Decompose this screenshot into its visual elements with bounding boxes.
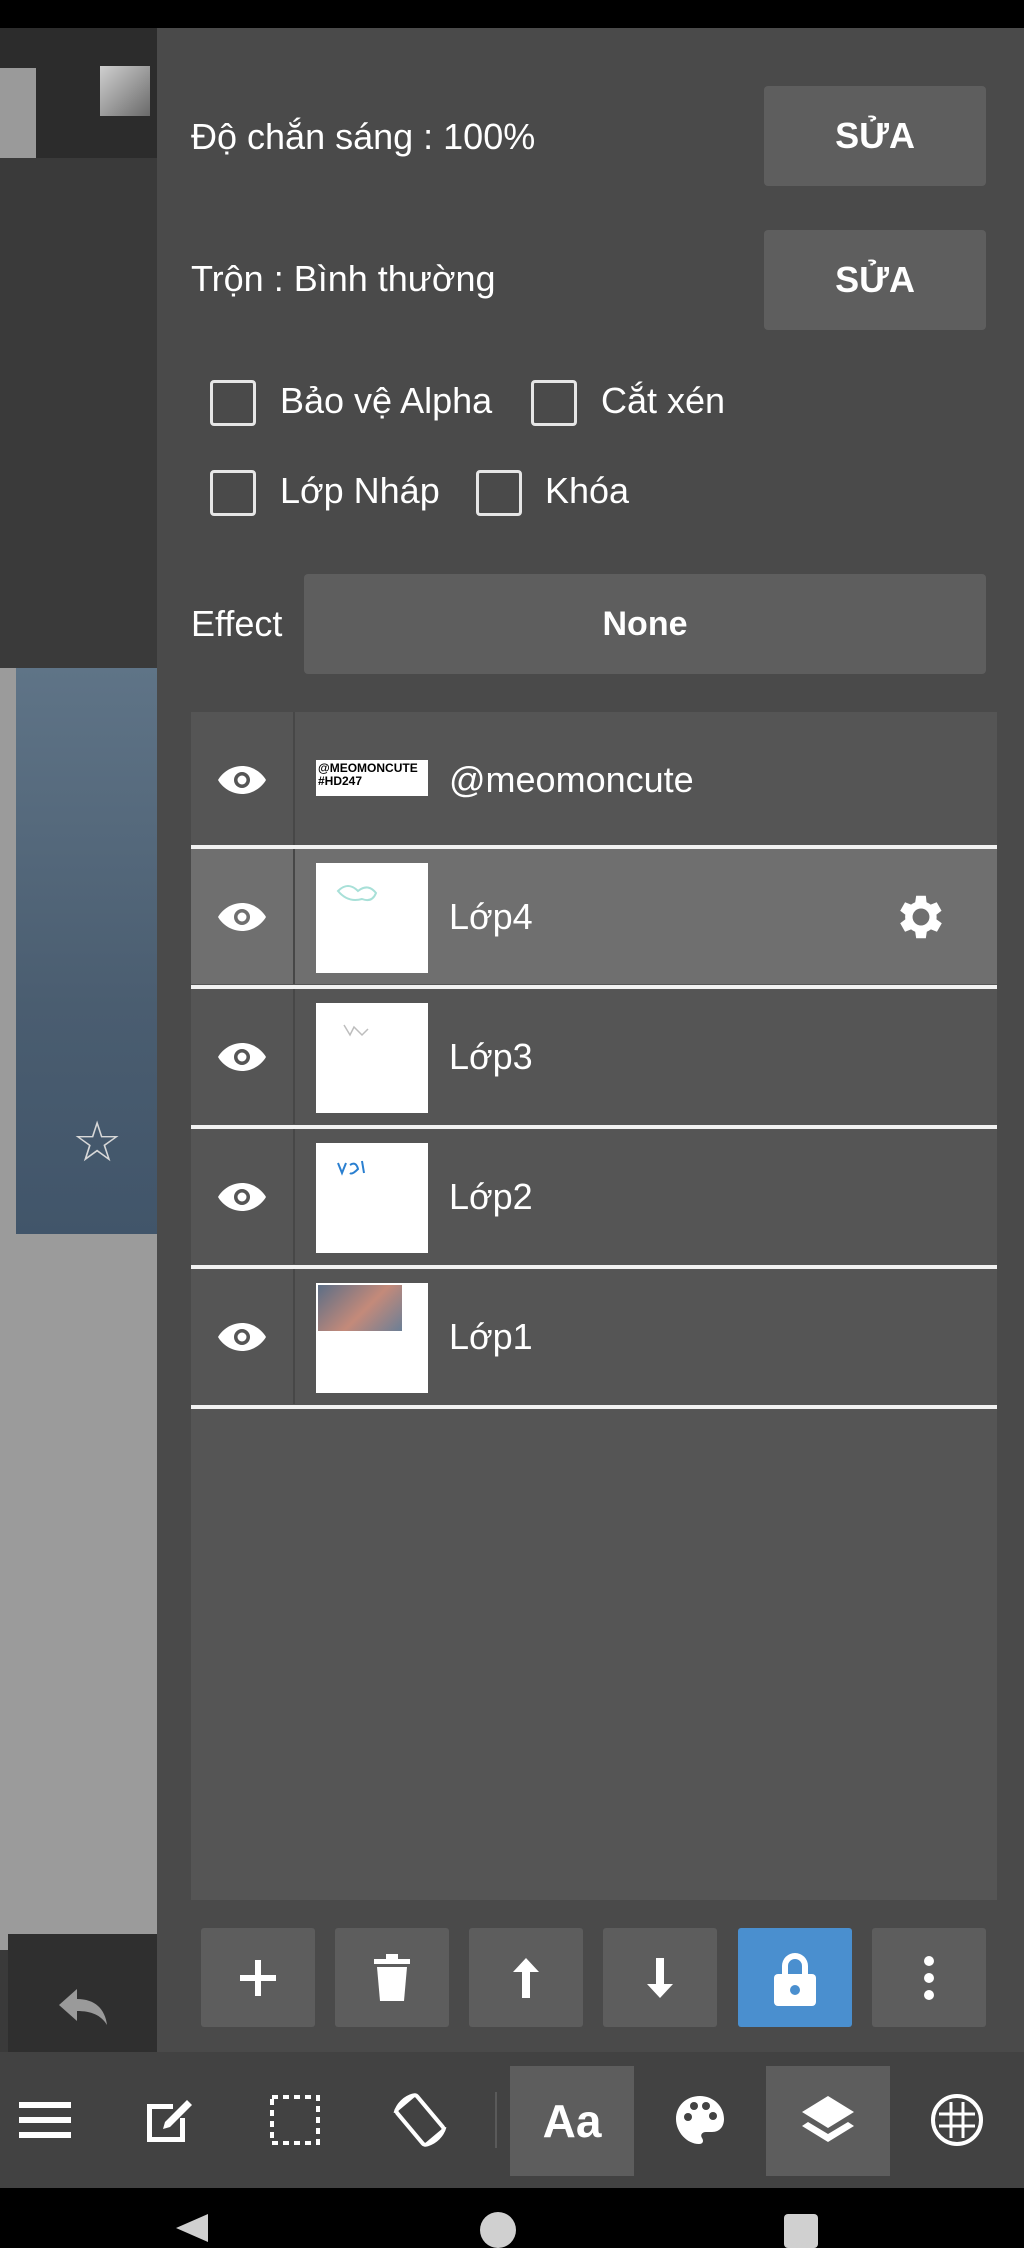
move-layer-down-button[interactable] [603, 1928, 717, 2027]
recents-nav-button[interactable] [784, 2214, 818, 2248]
arrow-down-icon [647, 1957, 673, 1998]
blend-edit-button[interactable]: SỬA [764, 230, 986, 330]
lock-layer-button[interactable] [738, 1928, 852, 2027]
blend-label: Trộn : Bình thường [191, 258, 496, 299]
lock-icon [774, 1952, 816, 2006]
opacity-edit-button[interactable]: SỬA [764, 86, 986, 186]
edit-icon [147, 2100, 192, 2142]
palette-button[interactable] [655, 2052, 745, 2188]
opacity-label: Độ chắn sáng : 100% [191, 116, 536, 157]
visibility-toggle[interactable] [191, 1269, 295, 1404]
layer-row-lop1[interactable]: Lớp1 [191, 1269, 997, 1404]
eye-icon [218, 1042, 266, 1071]
layer-thumbnail: @MEOMONCUTE #HD247 [316, 760, 428, 796]
rotate-button[interactable] [375, 2052, 465, 2188]
protect-alpha-checkbox[interactable] [210, 380, 256, 426]
undo-icon [58, 1989, 107, 2025]
layer-name: Lớp4 [449, 895, 533, 937]
system-navigation-bar [0, 2188, 1024, 2248]
text-tool-label: Aa [542, 2095, 602, 2147]
layer-thumbnail [316, 1283, 428, 1393]
layer-more-button[interactable] [872, 1928, 986, 2027]
status-bar [0, 0, 1024, 28]
gear-icon [900, 895, 942, 939]
selection-button[interactable] [250, 2052, 340, 2188]
bottom-toolbar: Aa [0, 2052, 1024, 2188]
eraser-tool-icon[interactable] [0, 68, 36, 158]
layers-button[interactable] [766, 2066, 890, 2176]
eye-icon [218, 902, 266, 931]
draft-layer-checkbox[interactable] [210, 470, 256, 516]
visibility-toggle[interactable] [191, 849, 295, 984]
visibility-toggle[interactable] [191, 1129, 295, 1264]
layer-row-lop4[interactable]: Lớp4 [191, 849, 997, 984]
layer-row-lop2[interactable]: Lớp2 [191, 1129, 997, 1264]
layer-settings-button[interactable] [891, 887, 951, 947]
undo-button[interactable] [8, 1934, 157, 2052]
selection-icon [270, 2095, 320, 2145]
palette-icon [676, 2096, 724, 2144]
eye-icon [218, 1182, 266, 1211]
layer-name: Lớp2 [449, 1175, 533, 1217]
menu-button[interactable] [0, 2052, 90, 2188]
visibility-toggle[interactable] [191, 989, 295, 1124]
add-layer-button[interactable] [201, 1928, 315, 2027]
clipping-label: Cắt xén [601, 380, 726, 421]
visibility-toggle[interactable] [191, 712, 295, 847]
trash-icon [374, 1953, 410, 2001]
layer-row-meomoncute[interactable]: @MEOMONCUTE #HD247 @meomoncute [191, 712, 997, 847]
draft-layer-label: Lớp Nháp [280, 470, 440, 511]
color-swatch[interactable] [100, 66, 150, 116]
protect-alpha-label: Bảo vệ Alpha [280, 380, 493, 421]
move-layer-up-button[interactable] [469, 1928, 583, 2027]
back-nav-button[interactable] [176, 2214, 208, 2242]
layer-row-lop3[interactable]: Lớp3 [191, 989, 997, 1124]
layer-name: @meomoncute [449, 758, 694, 800]
add-icon [240, 1959, 276, 1996]
canvas-area[interactable]: ☆ [0, 28, 157, 2052]
lock-checkbox[interactable] [476, 470, 522, 516]
layer-thumbnail [316, 863, 428, 973]
layer-thumbnail [316, 1003, 428, 1113]
eye-icon [218, 1322, 266, 1351]
text-tool-button[interactable]: Aa [510, 2066, 634, 2176]
delete-layer-button[interactable] [335, 1928, 449, 2027]
material-button[interactable] [912, 2052, 1002, 2188]
more-vertical-icon [924, 1955, 934, 2000]
toolbar-divider [495, 2092, 497, 2148]
layer-thumbnail [316, 1143, 428, 1253]
rotate-icon [393, 2093, 447, 2147]
arrow-up-icon [513, 1957, 539, 1998]
layer-divider [191, 1405, 997, 1409]
effect-label: Effect [191, 603, 283, 644]
home-nav-button[interactable] [480, 2212, 516, 2248]
menu-icon [19, 2102, 71, 2138]
lock-label: Khóa [545, 470, 630, 511]
layer-name: Lớp1 [449, 1315, 533, 1357]
material-icon [931, 2094, 983, 2146]
star-doodle: ☆ [72, 1110, 123, 1173]
effect-select-button[interactable]: None [304, 574, 986, 674]
edit-button[interactable] [124, 2052, 214, 2188]
clipping-checkbox[interactable] [531, 380, 577, 426]
layers-icon [802, 2096, 854, 2142]
eye-icon [218, 765, 266, 794]
layer-name: Lớp3 [449, 1035, 533, 1077]
